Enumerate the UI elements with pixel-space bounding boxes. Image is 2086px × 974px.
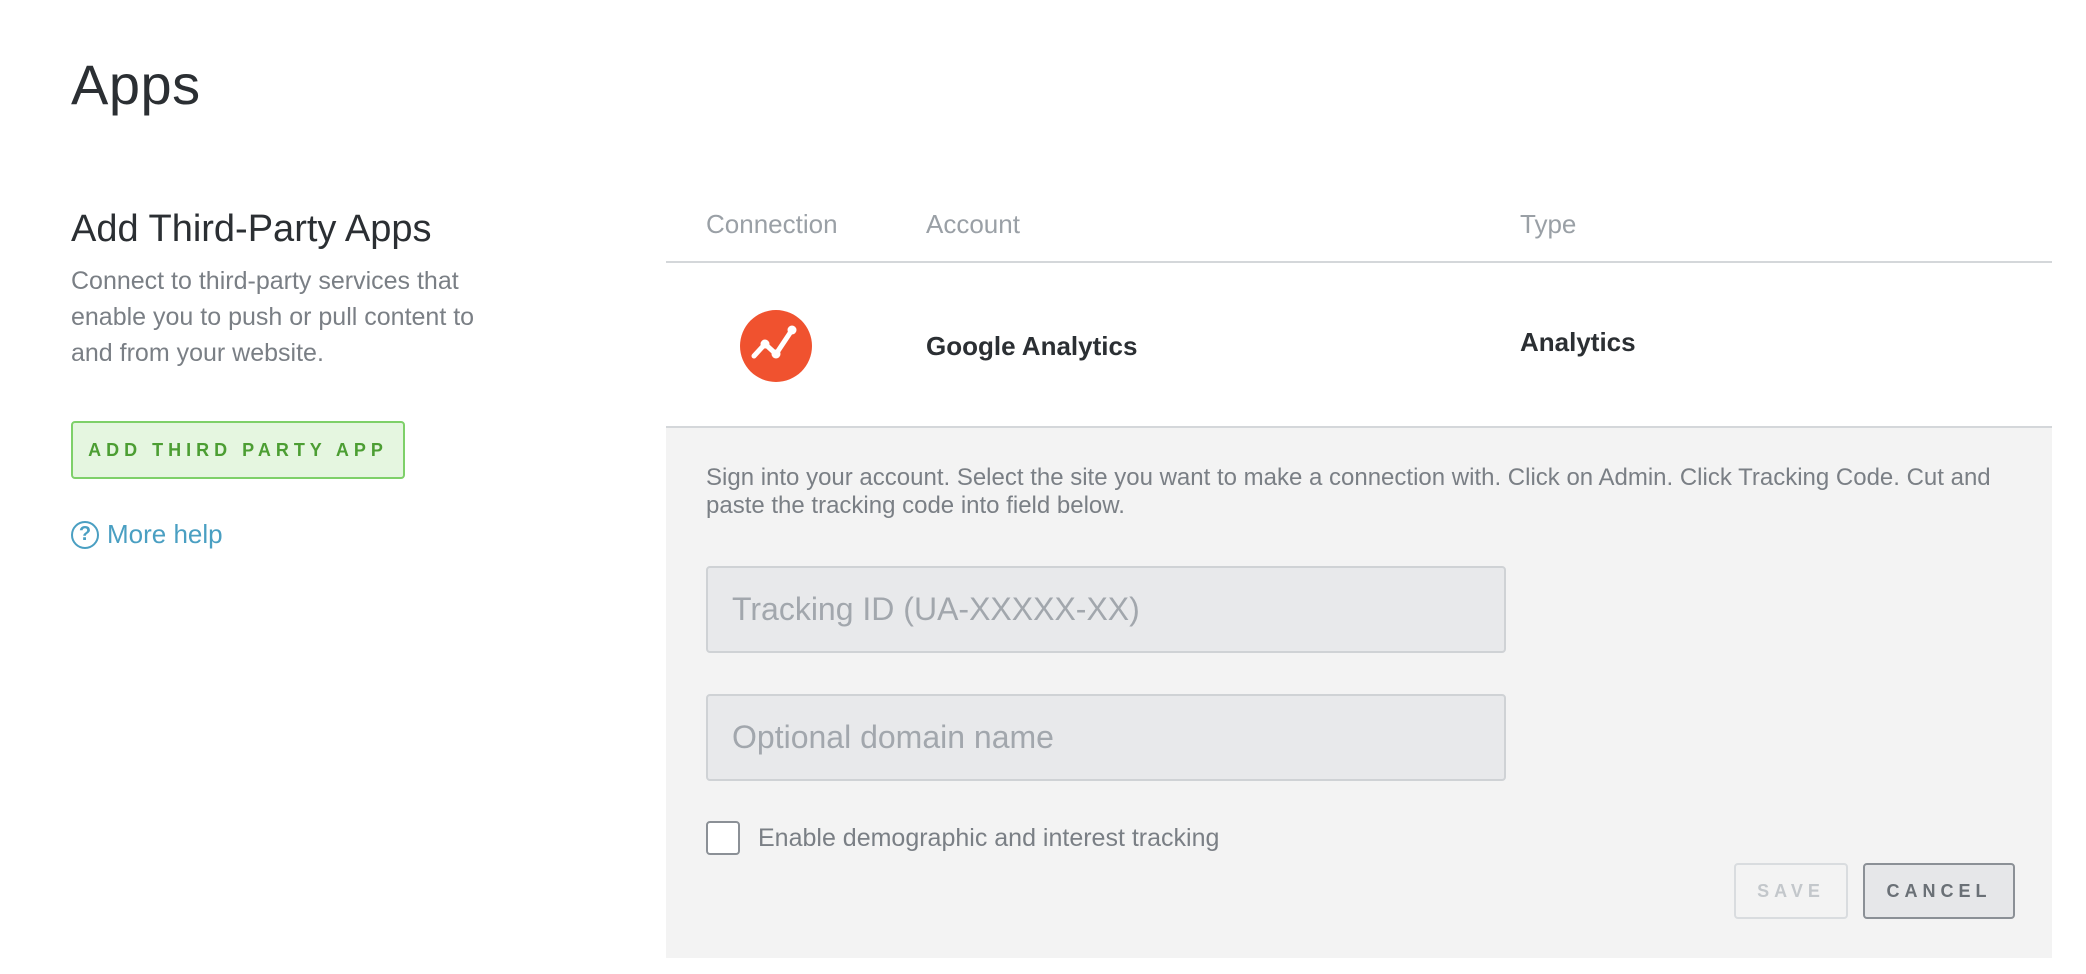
apps-page: Apps Add Third-Party Apps Connect to thi… — [0, 0, 2086, 974]
demographic-tracking-option[interactable]: Enable demographic and interest tracking — [706, 821, 1219, 855]
cancel-button[interactable]: CANCEL — [1863, 863, 2015, 919]
account-type: Analytics — [1520, 327, 1636, 357]
google-analytics-icon — [740, 310, 812, 382]
connections-panel: Connection Account Type Google Analytics… — [666, 193, 2052, 958]
tracking-id-input[interactable] — [706, 566, 1506, 653]
section-title: Add Third-Party Apps — [71, 208, 432, 250]
table-header: Connection Account Type — [666, 193, 2052, 263]
connection-config-form: Sign into your account. Select the site … — [666, 428, 2052, 958]
more-help-label: More help — [107, 519, 223, 549]
table-row[interactable]: Google Analytics Analytics — [666, 263, 2052, 428]
setup-instructions: Sign into your account. Select the site … — [706, 464, 1991, 519]
header-type: Type — [1520, 209, 1577, 239]
header-connection: Connection — [706, 209, 838, 239]
page-title: Apps — [71, 53, 201, 116]
demographic-tracking-label: Enable demographic and interest tracking — [758, 823, 1220, 852]
header-account: Account — [926, 209, 1020, 239]
save-button[interactable]: SAVE — [1734, 863, 1848, 919]
section-description: Connect to third-party services that ena… — [71, 267, 475, 367]
domain-name-input[interactable] — [706, 694, 1506, 781]
demographic-tracking-checkbox[interactable] — [706, 821, 740, 855]
sidebar: Add Third-Party Apps Connect to third-pa… — [71, 208, 501, 550]
help-circle-icon: ? — [71, 520, 99, 549]
account-name: Google Analytics — [926, 331, 1138, 361]
add-third-party-app-button[interactable]: ADD THIRD PARTY APP — [71, 421, 405, 479]
more-help-link[interactable]: ? More help — [71, 519, 501, 550]
